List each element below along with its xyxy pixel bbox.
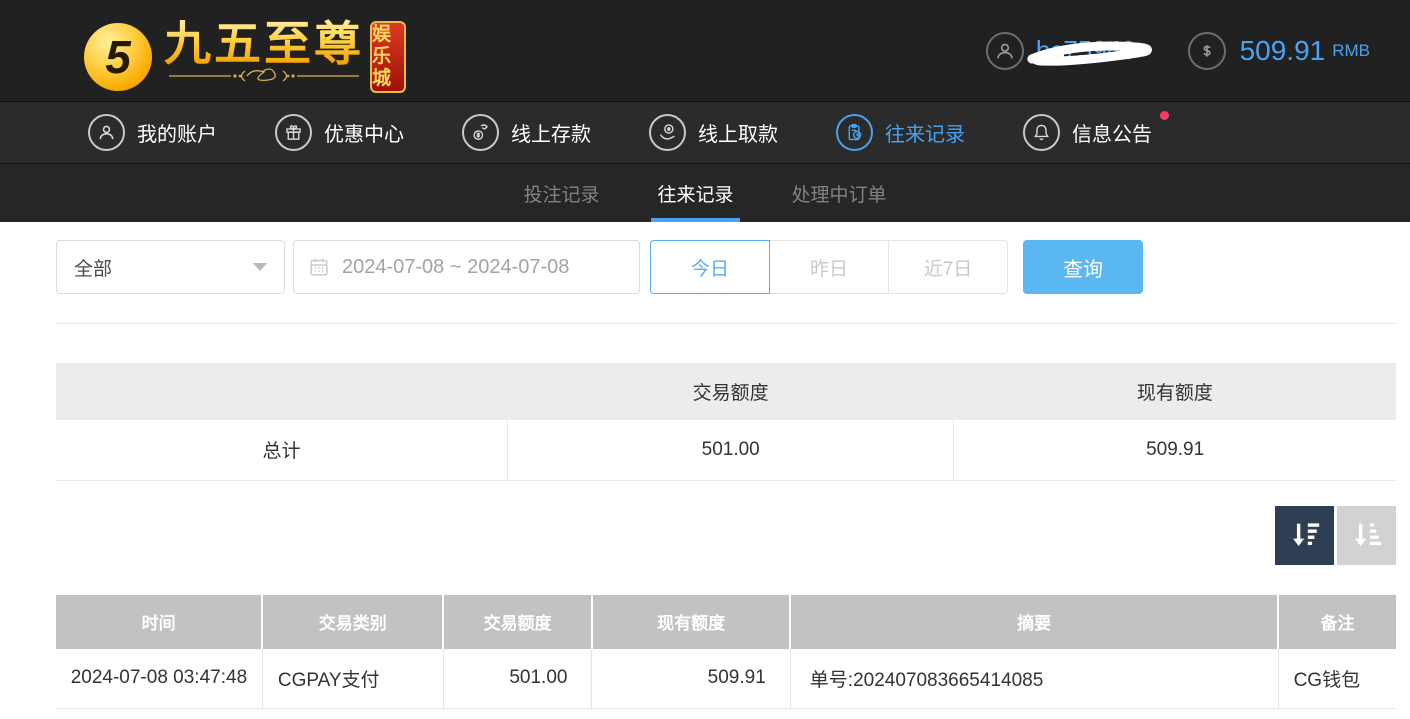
records-header-summary: 摘要 — [790, 595, 1278, 649]
summary-total-label: 总计 — [56, 420, 508, 480]
nav-label: 往来记录 — [885, 118, 965, 147]
nav-label: 信息公告 — [1072, 118, 1152, 147]
calendar-icon — [308, 256, 330, 278]
chevron-down-icon — [253, 263, 267, 271]
withdraw-icon — [649, 114, 686, 151]
record-tabs: 投注记录 往来记录 处理中订单 — [0, 163, 1410, 222]
tab-transaction-records[interactable]: 往来记录 — [651, 164, 739, 222]
wallet-group[interactable]: 509.91 RMB — [1188, 32, 1370, 70]
site-logo[interactable]: 5 九五至尊 娱乐城 — [84, 9, 406, 93]
summary-total-row: 总计 501.00 509.91 — [56, 420, 1396, 480]
sort-toolbar — [0, 506, 1396, 565]
balance-amount: 509.91 — [1240, 35, 1326, 67]
record-type: CGPAY支付 — [262, 649, 443, 709]
top-bar: 5 九五至尊 娱乐城 — [0, 0, 1410, 101]
summary-header-empty — [56, 363, 508, 420]
quick-range-group: 今日 昨日 近7日 — [650, 240, 1008, 294]
record-trade-amount: 501.00 — [443, 649, 592, 709]
nav-item-transaction-records[interactable]: 往来记录 — [836, 114, 965, 151]
username-text[interactable]: bc75940 — [1036, 35, 1136, 66]
summary-header-row: 交易额度 现有额度 — [56, 363, 1396, 420]
brand-block: 九五至尊 — [164, 17, 364, 85]
section-divider — [56, 323, 1396, 324]
flourish-ornament-icon — [169, 67, 359, 85]
table-row: 2024-07-08 03:47:48 CGPAY支付 501.00 509.9… — [56, 649, 1396, 709]
filter-bar: 全部 2024-07-08 ~ 2024-07-08 今日 昨日 近7日 — [56, 240, 1396, 294]
summary-header-current-amount: 现有额度 — [954, 363, 1396, 420]
record-time: 2024-07-08 03:47:48 — [56, 649, 262, 709]
type-select[interactable]: 全部 — [56, 240, 285, 294]
nav-item-my-account[interactable]: 我的账户 — [88, 114, 217, 151]
user-icon — [88, 114, 125, 151]
range-today-button[interactable]: 今日 — [650, 240, 770, 294]
summary-table: 交易额度 现有额度 总计 501.00 509.91 — [56, 363, 1396, 481]
records-header-trade-amount: 交易额度 — [443, 595, 592, 649]
nav-item-withdraw[interactable]: 线上取款 — [649, 114, 778, 151]
range-yesterday-button[interactable]: 昨日 — [769, 240, 889, 294]
logo-95-icon: 5 — [84, 23, 152, 91]
user-avatar-icon[interactable] — [986, 32, 1024, 70]
deposit-icon — [462, 114, 499, 151]
sort-descending-button[interactable] — [1275, 506, 1334, 565]
summary-total-current-amount: 509.91 — [954, 420, 1396, 480]
brand-badge: 娱乐城 — [370, 21, 406, 93]
query-button[interactable]: 查询 — [1023, 240, 1143, 294]
records-header-note: 备注 — [1278, 595, 1396, 649]
records-header-type: 交易类别 — [262, 595, 443, 649]
nav-label: 线上取款 — [698, 118, 778, 147]
nav-item-deposit[interactable]: 线上存款 — [462, 114, 591, 151]
dollar-coin-icon — [1188, 32, 1226, 70]
nav-label: 我的账户 — [137, 118, 217, 147]
sort-ascending-icon — [1350, 518, 1384, 552]
date-range-value: 2024-07-08 ~ 2024-07-08 — [342, 256, 569, 279]
tab-betting-records[interactable]: 投注记录 — [517, 164, 605, 222]
records-icon — [836, 114, 873, 151]
range-last7-button[interactable]: 近7日 — [888, 240, 1008, 294]
notification-dot — [1160, 111, 1169, 120]
record-summary: 单号:202407083665414085 — [790, 649, 1278, 709]
records-header-current-amount: 现有额度 — [592, 595, 790, 649]
sort-descending-icon — [1288, 518, 1322, 552]
gift-icon — [275, 114, 312, 151]
nav-item-promotions[interactable]: 优惠中心 — [275, 114, 404, 151]
main-nav: 我的账户 优惠中心 线上存款 — [0, 101, 1410, 163]
account-area: bc75940 509.91 RMB — [986, 0, 1370, 101]
nav-label: 线上存款 — [511, 118, 591, 147]
tab-pending-orders[interactable]: 处理中订单 — [786, 164, 893, 222]
logo-symbol: 5 — [105, 30, 131, 84]
sort-ascending-button[interactable] — [1337, 506, 1396, 565]
bell-icon — [1023, 114, 1060, 151]
records-table: 时间 交易类别 交易额度 现有额度 摘要 备注 2024-07-08 03:47… — [56, 595, 1396, 710]
brand-name: 九五至尊 — [164, 17, 364, 71]
nav-label: 优惠中心 — [324, 118, 404, 147]
summary-header-trade-amount: 交易额度 — [508, 363, 954, 420]
records-header-row: 时间 交易类别 交易额度 现有额度 摘要 备注 — [56, 595, 1396, 649]
summary-total-trade-amount: 501.00 — [508, 420, 954, 480]
record-current-amount: 509.91 — [592, 649, 790, 709]
date-range-input[interactable]: 2024-07-08 ~ 2024-07-08 — [293, 240, 640, 294]
records-header-time: 时间 — [56, 595, 262, 649]
nav-item-announcements[interactable]: 信息公告 — [1023, 114, 1152, 151]
record-note: CG钱包 — [1278, 649, 1396, 709]
balance-currency: RMB — [1332, 41, 1370, 61]
type-select-value: 全部 — [74, 254, 112, 281]
